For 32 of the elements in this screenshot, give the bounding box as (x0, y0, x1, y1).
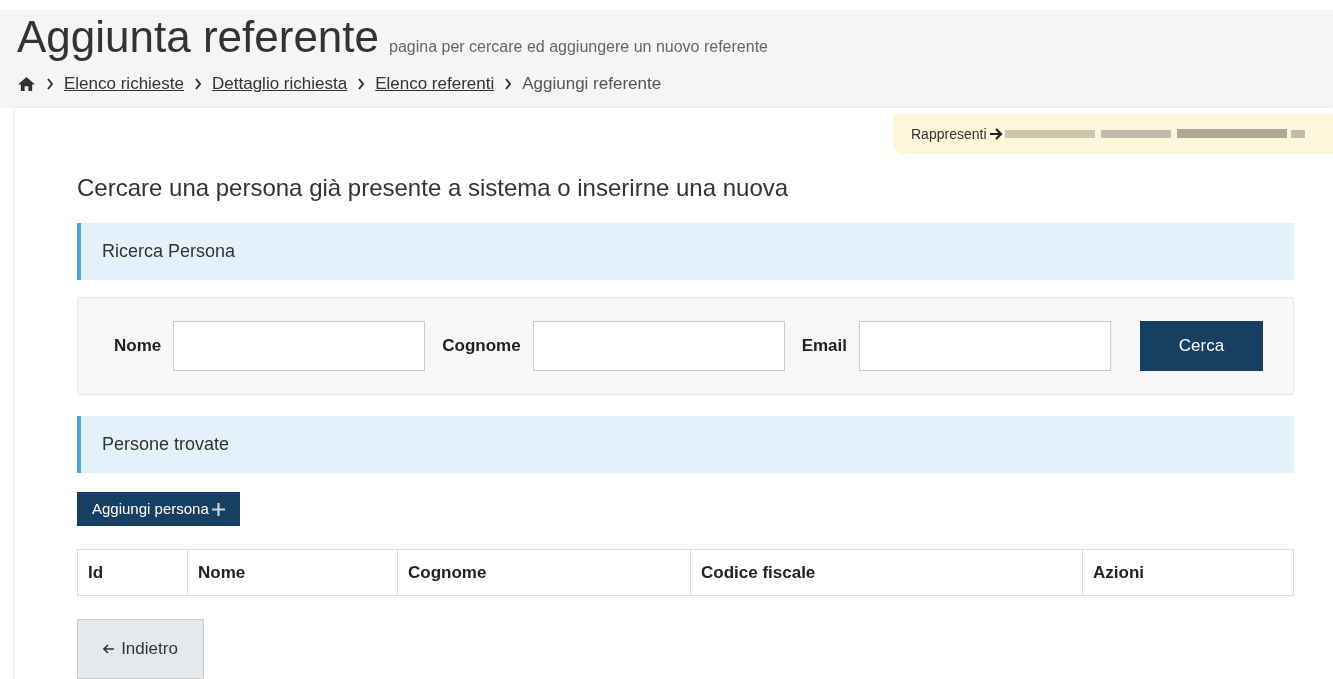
plus-icon (211, 502, 225, 516)
chevron-icon (46, 78, 54, 90)
column-header: Cognome (397, 550, 690, 595)
chevron-icon (357, 78, 366, 90)
text-input[interactable] (532, 321, 785, 371)
field-label: Nome (114, 335, 162, 358)
page-subtitle: pagina per cercare ed aggiungere un nuovo referente (389, 37, 768, 57)
breadcrumb-link[interactable]: Elenco richieste (64, 71, 184, 97)
chevron-icon (194, 78, 202, 90)
add-person-button[interactable]: Aggiungi persona (77, 492, 240, 526)
notice-label: Rappresenti (911, 124, 987, 144)
breadcrumb-current: Aggiungi referente (522, 73, 662, 96)
column-header: Id (87, 561, 105, 584)
arrow-right-icon (988, 128, 1003, 140)
search-button[interactable]: Cerca (1140, 321, 1263, 371)
chevron-icon (504, 78, 513, 90)
text-input[interactable] (173, 321, 426, 371)
back-button[interactable]: Indietro (77, 619, 204, 679)
section-title: Persone trovate (102, 433, 230, 456)
breadcrumb-link[interactable]: Elenco referenti (375, 71, 495, 97)
field-label: Email (801, 335, 847, 358)
section-heading: Cercare una persona già presente a sistema o inserirne una nuova (77, 173, 790, 203)
section-title: Ricerca Persona (102, 240, 236, 263)
column-header: Nome (187, 550, 397, 595)
column-header: Codice fiscale (690, 550, 1082, 595)
text-input[interactable] (859, 321, 1111, 371)
breadcrumb-link[interactable]: Dettaglio richiesta (212, 71, 348, 97)
arrow-left-icon (103, 644, 116, 654)
column-header: Azioni (1082, 550, 1293, 595)
field-label: Cognome (442, 335, 521, 358)
home-icon[interactable] (17, 76, 36, 92)
page-title: Aggiunta referente (17, 11, 380, 63)
